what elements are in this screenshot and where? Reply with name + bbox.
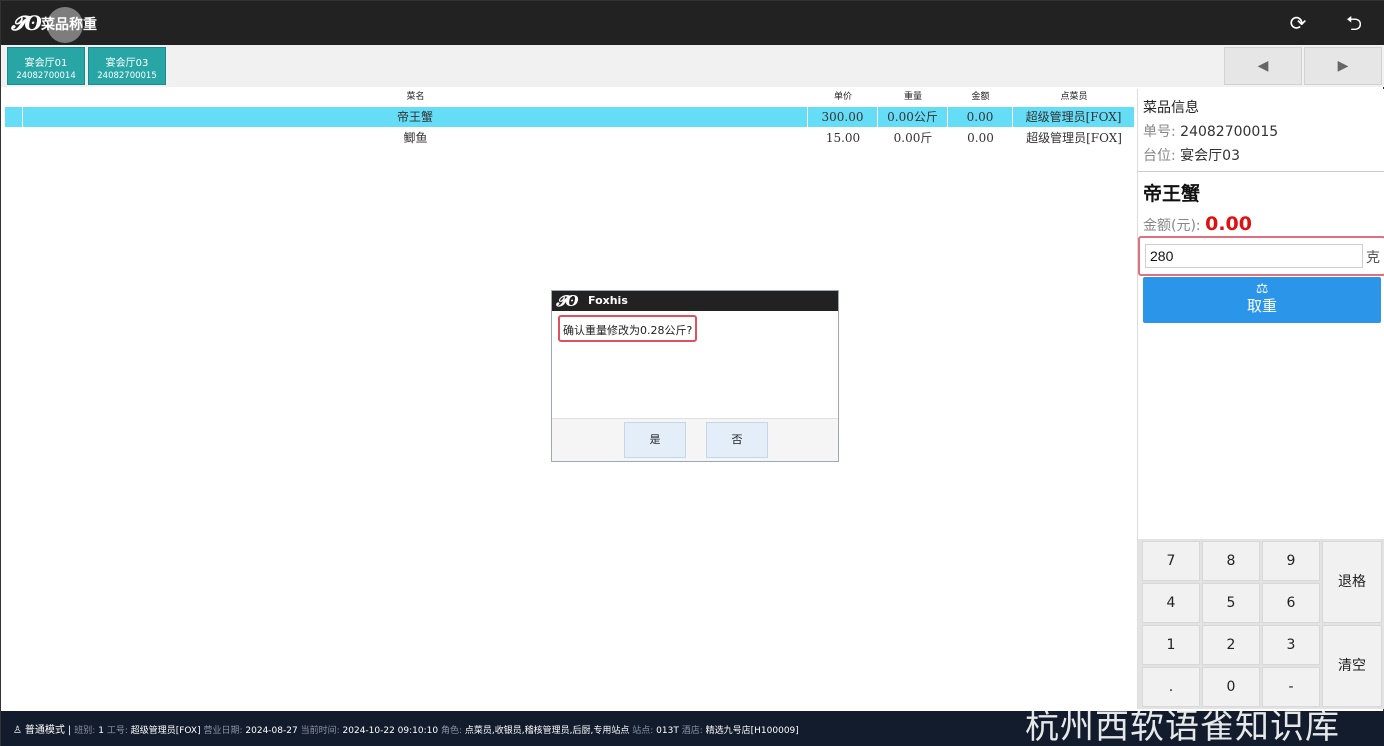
amount-label: 金额(元): <box>1143 218 1201 234</box>
watermark: 杭州西软语雀知识库 <box>1025 707 1340 746</box>
cell-name: 鲫鱼 <box>403 131 428 145</box>
cancel-weigh-button[interactable]: ⚖ 取重 <box>1143 277 1381 323</box>
order-number-value: 24082700015 <box>1180 124 1279 140</box>
table-tab-name: 宴会厅01 <box>24 58 68 69</box>
panel-divider <box>1138 171 1384 172</box>
panel-heading: 菜品信息 <box>1143 100 1199 116</box>
dialog-message: 确认重量修改为0.28公斤? <box>558 315 698 342</box>
bizdate-value: 2024-08-27 <box>245 726 298 736</box>
backspace-key[interactable]: 退格 <box>1322 541 1382 623</box>
user-mode-icon: ♙ <box>13 725 22 736</box>
header-weight: 重量 <box>903 92 922 102</box>
clear-key[interactable]: 清空 <box>1322 625 1382 707</box>
confirm-dialog: 𝓣ʘ Foxhis 确认重量修改为0.28公斤? 是 否 <box>551 290 839 462</box>
amount-line: 金额(元): 0.00 <box>1143 213 1252 235</box>
table-tab-name: 宴会厅03 <box>105 58 149 69</box>
header-staff: 点菜员 <box>1060 92 1088 102</box>
dialog-title-bar: 𝓣ʘ Foxhis <box>552 291 838 311</box>
order-number-label: 单号: <box>1143 124 1176 140</box>
now-label: 当前时间: <box>300 726 340 736</box>
row-marker <box>5 128 23 148</box>
header-price: 单价 <box>833 92 852 102</box>
cell-amount: 0.00 <box>967 131 994 145</box>
table-label: 台位: <box>1143 148 1176 164</box>
table-tab-number: 24082700015 <box>97 71 157 81</box>
dish-info-panel: 菜品信息 单号: 24082700015 台位: 宴会厅03 帝王蟹 金额(元)… <box>1137 89 1384 709</box>
shift-value: 1 <box>98 726 104 736</box>
header-amount: 金额 <box>971 92 990 102</box>
shift-label: 班别: <box>74 726 96 736</box>
key-8[interactable]: 8 <box>1202 541 1260 581</box>
yes-button[interactable]: 是 <box>624 422 686 458</box>
cell-staff: 超级管理员[FOX] <box>1013 107 1135 127</box>
prev-page-button[interactable]: ◀ <box>1224 47 1302 85</box>
cell-weight: 0.00斤 <box>893 131 933 145</box>
bizdate-label: 营业日期: <box>203 726 243 736</box>
cell-weight: 0.00公斤 <box>878 107 948 127</box>
app-window: 𝓣ʘ 菜品称重 ⟳ ⮌ 宴会厅01 24082700014 宴会厅03 2408… <box>0 0 1384 746</box>
weight-unit: 克 <box>1366 250 1380 266</box>
order-number-line: 单号: 24082700015 <box>1143 121 1278 141</box>
next-page-button[interactable]: ▶ <box>1304 47 1382 85</box>
store-value: 精选九号店[H100009] <box>705 726 799 736</box>
no-button[interactable]: 否 <box>706 422 768 458</box>
table-value: 宴会厅03 <box>1180 148 1240 164</box>
back-icon[interactable]: ⮌ <box>1343 13 1365 35</box>
header-marker <box>5 89 23 105</box>
selected-dish-name: 帝王蟹 <box>1143 183 1201 205</box>
cell-staff: 超级管理员[FOX] <box>1026 131 1122 145</box>
numeric-keypad: 7 8 9 退格 4 5 6 1 2 3 清空 . 0 - <box>1138 539 1384 709</box>
cell-price: 300.00 <box>808 107 878 127</box>
amount-value: 0.00 <box>1205 213 1252 235</box>
worker-value: 超级管理员[FOX] <box>130 726 201 736</box>
table-header: 菜名 单价 重量 金额 点菜员 <box>5 89 1135 105</box>
cell-name: 帝王蟹 <box>23 107 808 127</box>
table-tab-strip: 宴会厅01 24082700014 宴会厅03 24082700015 ◀ ▶ <box>1 45 1384 87</box>
site-label: 站点: <box>632 726 654 736</box>
role-value: 点菜员,收银员,稽核管理员,后厨,专用站点 <box>464 726 630 736</box>
weight-input-highlight: 克 <box>1138 236 1384 276</box>
status-bar: ♙ 普通模式 | 班别: 1 工号: 超级管理员[FOX] 营业日期: 2024… <box>1 707 1384 746</box>
dialog-footer: 是 否 <box>552 418 838 461</box>
key-3[interactable]: 3 <box>1262 625 1320 665</box>
scale-icon: ⚖ <box>1255 281 1269 297</box>
dialog-logo: 𝓣ʘ <box>556 292 579 310</box>
key-2[interactable]: 2 <box>1202 625 1260 665</box>
key-1[interactable]: 1 <box>1142 625 1200 665</box>
header-name: 菜名 <box>406 92 425 102</box>
status-content: ♙ 普通模式 | 班别: 1 工号: 超级管理员[FOX] 营业日期: 2024… <box>13 721 799 736</box>
row-marker <box>5 107 23 127</box>
key-6[interactable]: 6 <box>1262 583 1320 623</box>
key-9[interactable]: 9 <box>1262 541 1320 581</box>
top-bar: 𝓣ʘ 菜品称重 ⟳ ⮌ <box>1 1 1384 45</box>
cancel-weigh-label: 取重 <box>1246 297 1277 315</box>
table-tab-number: 24082700014 <box>16 71 76 81</box>
table-row[interactable]: 鲫鱼 15.00 0.00斤 0.00 超级管理员[FOX] <box>5 128 1135 148</box>
mode-label: 普通模式 <box>24 725 65 736</box>
table-row[interactable]: 帝王蟹 300.00 0.00公斤 0.00 超级管理员[FOX] <box>5 107 1135 127</box>
cell-price: 15.00 <box>825 131 861 145</box>
now-value: 2024-10-22 09:10:10 <box>342 726 439 736</box>
weight-input[interactable] <box>1145 244 1363 268</box>
key-5[interactable]: 5 <box>1202 583 1260 623</box>
app-logo: 𝓣ʘ <box>11 11 42 35</box>
table-line: 台位: 宴会厅03 <box>1143 145 1240 165</box>
table-tab-banquet-03[interactable]: 宴会厅03 24082700015 <box>88 47 166 85</box>
dialog-title: Foxhis <box>588 294 628 307</box>
app-title: 菜品称重 <box>41 17 97 33</box>
store-label: 酒店: <box>681 726 703 736</box>
worker-label: 工号: <box>106 726 128 736</box>
cell-amount: 0.00 <box>948 107 1013 127</box>
refresh-icon[interactable]: ⟳ <box>1287 13 1309 35</box>
site-value: 013T <box>656 726 679 736</box>
key-7[interactable]: 7 <box>1142 541 1200 581</box>
role-label: 角色: <box>440 726 463 736</box>
key-4[interactable]: 4 <box>1142 583 1200 623</box>
table-tab-banquet-01[interactable]: 宴会厅01 24082700014 <box>7 47 85 85</box>
